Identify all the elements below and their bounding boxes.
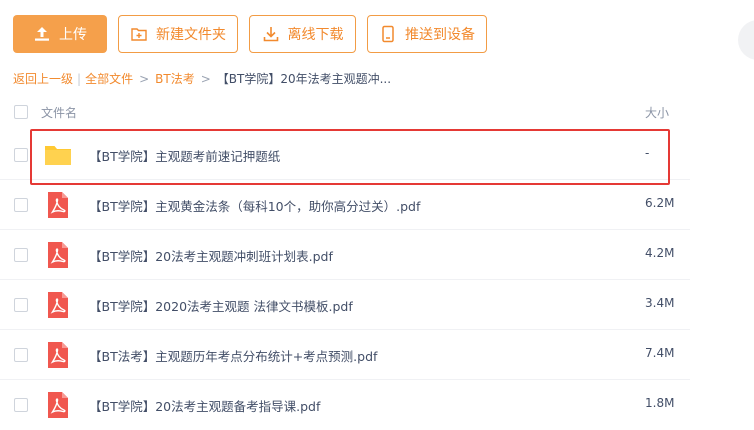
pdf-icon — [44, 391, 72, 419]
file-row[interactable]: 【BT学院】2020法考主观题 法律文书模板.pdf 3.4M — [0, 280, 690, 330]
push-to-device-button[interactable]: 推送到设备 — [367, 15, 487, 53]
file-size: 1.8M — [645, 396, 675, 410]
file-size: 6.2M — [645, 196, 675, 210]
breadcrumb-all-files-link[interactable]: 全部文件 — [85, 72, 133, 86]
file-name[interactable]: 【BT学院】20法考主观题备考指导课.pdf — [89, 396, 320, 415]
row-checkbox[interactable] — [14, 198, 28, 212]
file-size: 4.2M — [645, 246, 675, 260]
new-folder-icon — [130, 25, 148, 43]
breadcrumb-separator: > — [139, 72, 150, 86]
file-size: - — [645, 146, 650, 160]
file-row[interactable]: 【BT学院】主观黄金法条（每科10个，助你高分过关）.pdf 6.2M — [0, 180, 690, 230]
row-checkbox[interactable] — [14, 248, 28, 262]
row-checkbox[interactable] — [14, 398, 28, 412]
breadcrumb: 返回上一级 | 全部文件 > BT法考 > 【BT学院】20年法考主观题冲... — [13, 70, 391, 87]
file-row[interactable]: 【BT学院】主观题考前速记押题纸 - — [0, 130, 690, 180]
toolbar: 上传 新建文件夹 离线下载 推送到设备 — [13, 15, 498, 53]
breadcrumb-back-link[interactable]: 返回上一级 — [13, 72, 73, 86]
breadcrumb-divider: | — [77, 72, 82, 86]
column-header-size[interactable]: 大小 — [645, 104, 669, 121]
download-icon — [262, 25, 280, 43]
pdf-icon — [44, 291, 72, 319]
pdf-icon — [44, 191, 72, 219]
new-folder-label: 新建文件夹 — [156, 27, 226, 43]
file-name[interactable]: 【BT学院】主观黄金法条（每科10个，助你高分过关）.pdf — [89, 196, 420, 215]
offline-download-button[interactable]: 离线下载 — [249, 15, 356, 53]
file-size: 7.4M — [645, 346, 675, 360]
file-row[interactable]: 【BT法考】主观题历年考点分布统计+考点预测.pdf 7.4M — [0, 330, 690, 380]
file-name[interactable]: 【BT法考】主观题历年考点分布统计+考点预测.pdf — [89, 346, 377, 365]
file-row[interactable]: 【BT学院】20法考主观题备考指导课.pdf 1.8M — [0, 380, 690, 430]
select-all-checkbox[interactable] — [14, 105, 28, 119]
breadcrumb-bt-folder-link[interactable]: BT法考 — [155, 72, 195, 86]
folder-icon — [44, 141, 72, 169]
offline-download-label: 离线下载 — [287, 27, 344, 43]
pdf-icon — [44, 341, 72, 369]
device-icon — [379, 25, 397, 43]
breadcrumb-current: 【BT学院】20年法考主观题冲... — [216, 72, 392, 86]
file-name[interactable]: 【BT学院】20法考主观题冲刺班计划表.pdf — [89, 246, 333, 265]
upload-button[interactable]: 上传 — [13, 15, 107, 53]
file-name[interactable]: 【BT学院】主观题考前速记押题纸 — [89, 146, 280, 165]
file-list-header: 文件名 大小 — [0, 97, 754, 127]
file-row[interactable]: 【BT学院】20法考主观题冲刺班计划表.pdf 4.2M — [0, 230, 690, 280]
breadcrumb-separator: > — [200, 72, 211, 86]
row-checkbox[interactable] — [14, 348, 28, 362]
new-folder-button[interactable]: 新建文件夹 — [118, 15, 238, 53]
pdf-icon — [44, 241, 72, 269]
push-to-device-label: 推送到设备 — [405, 27, 475, 43]
file-size: 3.4M — [645, 296, 675, 310]
row-checkbox[interactable] — [14, 148, 28, 162]
upload-label: 上传 — [59, 27, 87, 43]
file-name[interactable]: 【BT学院】2020法考主观题 法律文书模板.pdf — [89, 296, 353, 315]
more-button[interactable] — [738, 20, 754, 60]
upload-icon — [33, 25, 51, 43]
row-checkbox[interactable] — [14, 298, 28, 312]
column-header-name[interactable]: 文件名 — [41, 104, 77, 121]
